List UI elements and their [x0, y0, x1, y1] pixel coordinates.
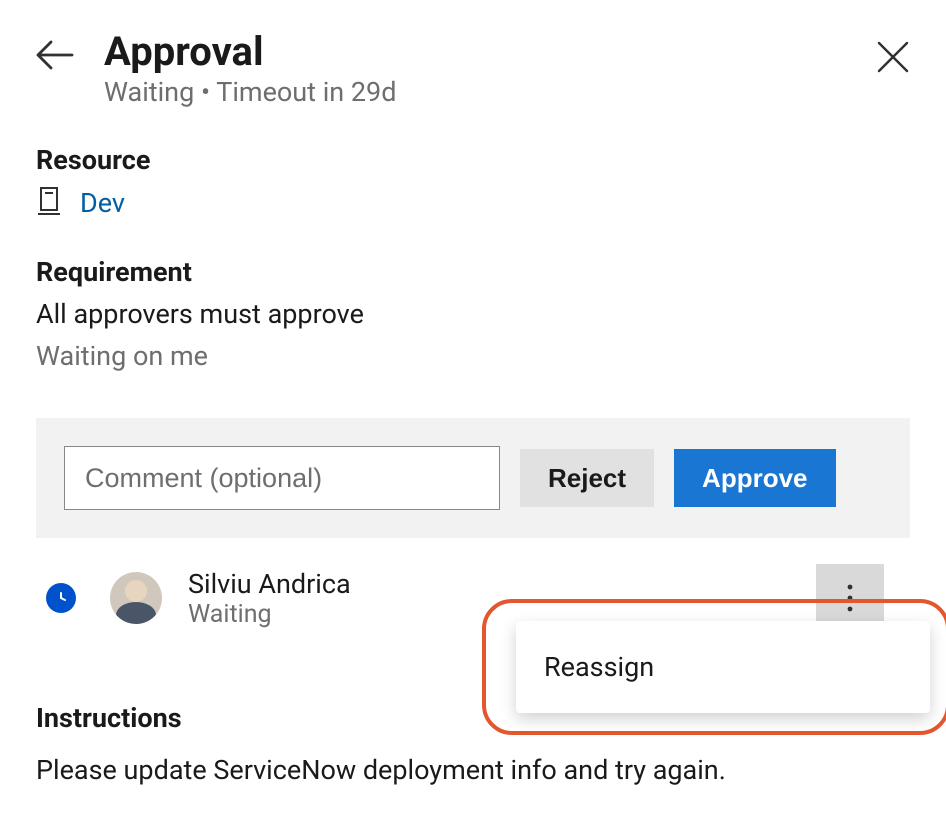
- title-block: Approval Waiting • Timeout in 29d: [104, 30, 396, 108]
- arrow-left-icon: [36, 40, 74, 70]
- popover-highlight: Reassign: [482, 599, 946, 735]
- server-icon: [36, 186, 62, 220]
- resource-section: Resource Dev: [36, 144, 910, 220]
- comment-input[interactable]: [64, 446, 500, 510]
- approver-name: Silviu Andrica: [188, 568, 351, 600]
- clock-icon: [52, 589, 70, 607]
- requirement-section-title: Requirement: [36, 256, 910, 288]
- back-button[interactable]: [36, 40, 74, 74]
- reject-button[interactable]: Reject: [520, 449, 654, 507]
- instructions-text: Please update ServiceNow deployment info…: [36, 754, 910, 786]
- close-button[interactable]: [876, 40, 910, 78]
- approver-info: Silviu Andrica Waiting: [188, 568, 351, 629]
- header: Approval Waiting • Timeout in 29d: [36, 30, 910, 108]
- resource-row: Dev: [36, 186, 910, 220]
- resource-section-title: Resource: [36, 144, 910, 176]
- approver-row: Silviu Andrica Waiting Reassign: [36, 554, 910, 642]
- resource-link[interactable]: Dev: [80, 187, 125, 219]
- approver-status: Waiting: [188, 600, 351, 629]
- menu-item-reassign[interactable]: Reassign: [544, 651, 902, 683]
- requirement-status: Waiting on me: [36, 340, 910, 372]
- close-icon: [876, 40, 910, 74]
- avatar: [110, 572, 162, 624]
- popover-outline: Reassign: [482, 599, 946, 735]
- clock-badge: [46, 583, 76, 613]
- requirement-policy: All approvers must approve: [36, 298, 910, 330]
- approve-button[interactable]: Approve: [674, 449, 835, 507]
- context-menu: Reassign: [516, 621, 930, 713]
- action-box: Reject Approve: [36, 418, 910, 538]
- page-subtitle: Waiting • Timeout in 29d: [104, 76, 396, 108]
- requirement-section: Requirement All approvers must approve W…: [36, 256, 910, 372]
- page-title: Approval: [104, 30, 396, 74]
- header-left: Approval Waiting • Timeout in 29d: [36, 30, 396, 108]
